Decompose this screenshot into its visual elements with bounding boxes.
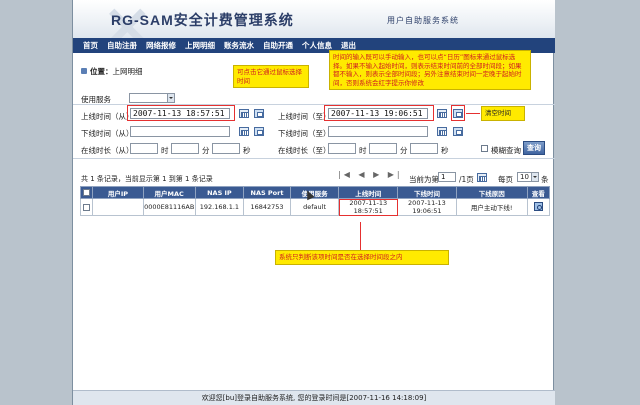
cell-nas-port: 16842753: [243, 198, 291, 216]
nav-item-online-detail[interactable]: 上网明细: [185, 40, 215, 51]
cell-service: default: [289, 198, 340, 216]
table-header-row: 用户IP 用户MAC NAS IP NAS Port 使用服务 上线时间 下线时…: [79, 186, 551, 199]
nav-item-repair[interactable]: 网络报修: [146, 40, 176, 51]
clear-tip-note: 清空时间: [481, 106, 525, 121]
login-from-input[interactable]: 2007-11-13 18:57:51: [130, 108, 230, 119]
second-unit: 秒: [441, 146, 449, 155]
online-to-label: 在线时长（至）: [278, 146, 331, 155]
fuzzy-query-checkbox[interactable]: [481, 145, 488, 152]
app-subtitle: 用户自助服务系统: [387, 16, 459, 25]
minute-unit: 分: [400, 146, 408, 155]
cell-logout-time: 2007-11-13 19:06:51: [397, 198, 457, 216]
arrow-line: [360, 222, 361, 250]
online-from-hour[interactable]: [130, 143, 158, 154]
col-logout-time: 下线时间: [397, 186, 457, 199]
online-from-second[interactable]: [212, 143, 240, 154]
online-to-second[interactable]: [410, 143, 438, 154]
second-unit: 秒: [243, 146, 251, 155]
col-user-ip: 用户IP: [92, 186, 144, 199]
check-tip-note: 系统只判断该项时间是否在选择时间段之内: [275, 250, 449, 265]
calendar-tip-note: 可点击它通过鼠标选择时间: [233, 65, 309, 88]
app-logo: RG-SAM安全计费管理系统: [111, 12, 294, 28]
nav-item-register[interactable]: 自助注册: [107, 40, 137, 51]
location-icon: [81, 68, 87, 74]
go-page-icon[interactable]: [477, 173, 487, 182]
logout-from-label: 下线时间（从）: [81, 129, 134, 138]
login-to-input[interactable]: 2007-11-13 19:06:51: [328, 108, 428, 119]
select-all-header[interactable]: [79, 186, 94, 199]
nav-item-billing[interactable]: 账务流水: [224, 40, 254, 51]
row-select-cell[interactable]: [79, 198, 94, 216]
login-to-label: 上线时间（至）: [278, 112, 331, 121]
page-total: /1页: [459, 175, 474, 184]
col-login-time: 上线时间: [338, 186, 399, 199]
breadcrumb: 位置：上网明细: [81, 66, 143, 77]
cell-logout-reason: 用户主动下线!: [455, 198, 528, 216]
online-from-minute[interactable]: [171, 143, 199, 154]
cell-login-time: 2007-11-13 18:57:51: [338, 198, 399, 216]
cell-user-mac: 0000E81116AB: [142, 198, 196, 216]
online-to-hour[interactable]: [328, 143, 356, 154]
login-from-label: 上线时间（从）: [81, 112, 134, 121]
col-nas-ip: NAS IP: [194, 186, 245, 199]
arrow-line: [466, 113, 480, 114]
nav-item-open[interactable]: 自助开通: [263, 40, 293, 51]
online-from-label: 在线时长（从）: [81, 146, 134, 155]
page-frame: ✕ RG-SAM安全计费管理系统 用户自助服务系统 首页 自助注册 网络报修 上…: [72, 0, 555, 405]
clear-time-icon[interactable]: [254, 109, 264, 118]
calendar-icon[interactable]: [239, 127, 249, 136]
minute-unit: 分: [202, 146, 210, 155]
cell-view[interactable]: [526, 198, 551, 216]
pager-arrows[interactable]: |◀ ◀ ▶ ▶|: [338, 170, 403, 179]
record-stats: 共 1 条记录，当前显示第 1 到第 1 条记录: [81, 175, 213, 183]
col-view: 查看: [526, 186, 551, 199]
select-all-checkbox[interactable]: [83, 189, 91, 196]
service-select[interactable]: [129, 93, 175, 103]
table-row: 0000E81116AB 192.168.1.1 16842753 defaul…: [79, 198, 551, 216]
record-table: 用户IP 用户MAC NAS IP NAS Port 使用服务 上线时间 下线时…: [79, 186, 551, 216]
clear-time-icon[interactable]: [453, 109, 463, 118]
col-user-mac: 用户MAC: [142, 186, 196, 199]
query-button[interactable]: 查询: [523, 141, 545, 155]
page-input[interactable]: 1: [438, 172, 456, 182]
per-page-suffix: 条: [541, 175, 549, 184]
view-detail-icon[interactable]: [533, 201, 543, 211]
fuzzy-query-label: 模糊查询: [491, 146, 521, 155]
hour-unit: 时: [161, 146, 169, 155]
hour-unit: 时: [359, 146, 367, 155]
nav-item-profile[interactable]: 个人信息: [302, 40, 332, 51]
clear-time-icon[interactable]: [453, 127, 463, 136]
col-logout-reason: 下线原因: [455, 186, 528, 199]
header-banner: ✕ RG-SAM安全计费管理系统 用户自助服务系统: [73, 0, 555, 38]
logout-from-input[interactable]: [130, 126, 230, 137]
cell-user-ip: [92, 198, 144, 216]
calendar-icon[interactable]: [437, 127, 447, 136]
col-nas-port: NAS Port: [243, 186, 291, 199]
nav-item-home[interactable]: 首页: [83, 40, 98, 51]
divider: [73, 158, 555, 159]
calendar-icon[interactable]: [437, 109, 447, 118]
clear-time-icon[interactable]: [254, 127, 264, 136]
row-checkbox[interactable]: [83, 203, 91, 211]
online-to-minute[interactable]: [369, 143, 397, 154]
cell-nas-ip: 192.168.1.1: [194, 198, 245, 216]
calendar-icon[interactable]: [239, 109, 249, 118]
logout-to-label: 下线时间（至）: [278, 129, 331, 138]
status-footer: 欢迎您[bu]登录自助服务系统, 您的登录时间是[2007-11-16 14:1…: [73, 390, 555, 405]
per-page-select[interactable]: 10: [517, 172, 539, 182]
per-page-label: 每页: [498, 175, 513, 184]
logout-to-input[interactable]: [328, 126, 428, 137]
current-page-label: 当前为第: [409, 175, 439, 184]
input-tip-note: 时间的输入既可以手动输入，也可以点“日历”图标来通过鼠标选择。如果不输入起始时间…: [329, 50, 531, 90]
